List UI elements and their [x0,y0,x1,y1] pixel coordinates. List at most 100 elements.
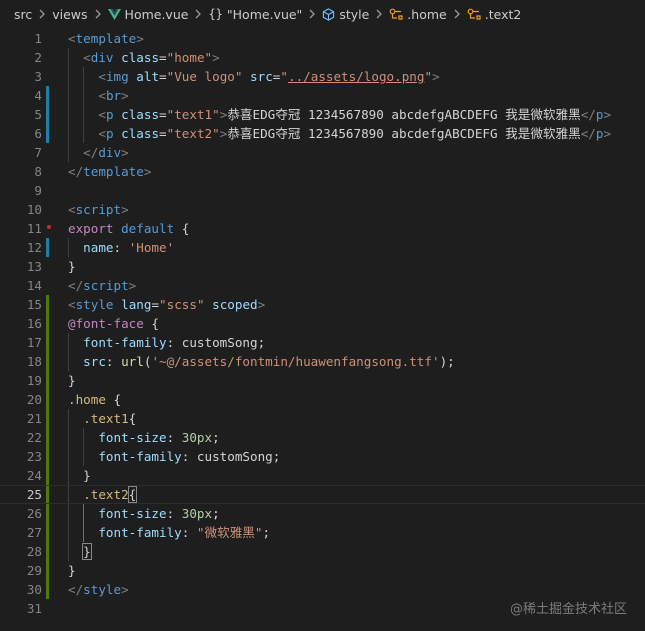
code-line[interactable]: 27 font-family: "微软雅黑"; [0,523,645,542]
indent-guide [68,67,69,86]
code-line[interactable]: 13} [0,257,645,276]
code-line[interactable]: 18 src: url('~@/assets/fontmin/huawenfan… [0,352,645,371]
chevron-right-icon [194,9,202,19]
breadcrumb-home-vue-object[interactable]: {} "Home.vue" [208,7,302,22]
code-token: export [68,221,114,236]
code-token: } [68,259,76,274]
code-line[interactable]: 30 </style> [0,580,645,599]
code-line[interactable]: 16 @font-face { [0,314,645,333]
code-line[interactable]: 8 </template> [0,162,645,181]
line-number: 31 [26,601,42,616]
code-line[interactable]: 12 name: 'Home' [0,238,645,257]
code-line[interactable]: 1 <template> [0,29,645,48]
breadcrumb-src[interactable]: src [14,7,32,22]
code-line[interactable]: 2 <div class="home"> [0,48,645,67]
code-token: ; [212,506,220,521]
modified-line-indicator[interactable] [46,105,49,124]
code-line[interactable]: 25 .text2{ [0,485,645,504]
code-line[interactable]: 26 font-size: 30px; [0,504,645,523]
added-line-indicator[interactable] [46,542,49,561]
code-line[interactable]: 19} [0,371,645,390]
breadcrumb-style[interactable]: style [322,7,369,22]
chevron-right-icon [38,9,46,19]
indent-guide [68,523,69,542]
line-number: 2 [34,50,42,65]
code-token: > [121,582,129,597]
code-token: font-family [83,335,167,350]
code-line[interactable]: 3 <img alt="Vue logo" src="../assets/log… [0,67,645,86]
code-token: } [68,373,76,388]
added-line-indicator[interactable] [46,447,49,466]
line-number: 29 [26,563,42,578]
added-line-indicator[interactable] [46,523,49,542]
added-line-indicator[interactable] [46,295,49,314]
code-token: : [166,335,182,350]
code-token: > [136,31,144,46]
deleted-line-indicator[interactable] [47,225,51,229]
added-line-indicator[interactable] [46,466,49,485]
line-number: 19 [26,373,42,388]
code-line[interactable]: 17 font-family: customSong; [0,333,645,352]
breadcrumb-text2-selector[interactable]: .text2 [467,7,521,22]
code-content: <p class="text2" > 恭喜EDG夺冠 1234567890 abcd… [68,124,611,143]
code-token: : [181,449,197,464]
code-line[interactable]: 22 font-size: 30px; [0,428,645,447]
code-token: div [90,50,114,65]
code-line[interactable]: 23 font-family: customSong; [0,447,645,466]
modified-line-indicator[interactable] [46,124,49,143]
code-line[interactable]: 21 .text1{ [0,409,645,428]
code-token: name [83,240,114,255]
added-line-indicator[interactable] [46,352,49,371]
code-line[interactable]: 15 <style lang="scss" scoped> [0,295,645,314]
code-line[interactable]: 7 </div> [0,143,645,162]
code-token: '~@/assets/fontmin/huawenfangsong.ttf' [151,354,440,369]
code-token: font-family [98,525,182,540]
added-line-indicator[interactable] [46,561,49,580]
added-line-indicator[interactable] [46,486,49,503]
added-line-indicator[interactable] [46,409,49,428]
breadcrumb-home-vue-label: Home.vue [124,6,189,22]
line-number: 20 [26,392,42,407]
line-number: 22 [26,430,42,445]
modified-line-indicator[interactable] [46,86,49,105]
code-line[interactable]: 14 </script> [0,276,645,295]
code-line[interactable]: 20 .home { [0,390,645,409]
breadcrumb-home-selector[interactable]: .home [389,6,447,22]
code-editor[interactable]: 1 <template> 2 <div class="home"> 3 <img al… [0,29,645,616]
code-content: </template> [68,162,151,181]
code-line[interactable]: 28 } [0,542,645,561]
code-token: </ [83,145,99,160]
breadcrumb-home-vue[interactable]: Home.vue [107,6,189,22]
code-line[interactable]: 6 <p class="text2" > 恭喜EDG夺冠 1234567890 ab… [0,124,645,143]
code-line[interactable]: 10 <script> [0,200,645,219]
breadcrumb-home-selector-label: .home [407,6,447,22]
added-line-indicator[interactable] [46,580,49,599]
added-line-indicator[interactable] [46,314,49,333]
code-content: name: 'Home' [68,238,174,257]
code-token: @font-face [68,316,144,331]
added-line-indicator[interactable] [46,428,49,447]
added-line-indicator[interactable] [46,333,49,352]
indent-guide [68,124,69,143]
code-line[interactable]: 29} [0,561,645,580]
added-line-indicator[interactable] [46,371,49,390]
code-line[interactable]: 9 [0,181,645,200]
added-line-indicator[interactable] [46,504,49,523]
code-line[interactable]: 11 export default { [0,219,645,238]
line-number: 30 [26,582,42,597]
modified-line-indicator[interactable] [46,238,49,257]
code-line[interactable]: 4 <br> [0,86,645,105]
chevron-right-icon [308,9,316,19]
code-token: } [68,468,91,483]
breadcrumb-views[interactable]: views [52,7,87,22]
code-token: { [105,392,122,407]
code-line[interactable]: 24 } [0,466,645,485]
code-line[interactable]: 5 <p class="text1" > 恭喜EDG夺冠 1234567890 ab… [0,105,645,124]
breadcrumb-home-vue-object-label: "Home.vue" [226,6,303,22]
code-token: > [603,126,612,141]
code-token: { [143,316,159,331]
added-line-indicator[interactable] [46,390,49,409]
